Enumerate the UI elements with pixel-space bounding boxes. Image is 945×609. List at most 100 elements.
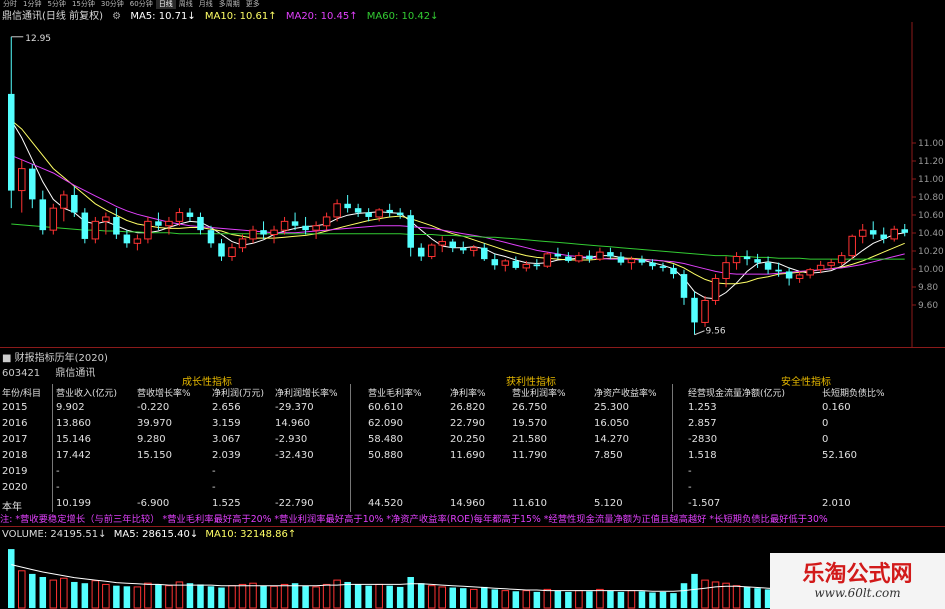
volume-bar	[218, 587, 225, 608]
candle-body	[291, 221, 299, 226]
candle-body	[407, 215, 414, 248]
table-cell: 2.010	[822, 498, 851, 509]
table-cell: 7.850	[594, 450, 623, 461]
volume-bar	[102, 583, 110, 609]
candle-body	[491, 259, 499, 266]
column-header: 净利率%	[450, 389, 486, 399]
volume-bar	[60, 577, 68, 609]
table-cell: 17.442	[56, 450, 91, 461]
price-label: 11.00	[918, 139, 944, 149]
volume-bar	[291, 583, 299, 608]
period-tab[interactable]: 日线	[155, 0, 176, 9]
volume-bar	[175, 581, 184, 609]
volume-bar	[407, 577, 414, 608]
period-tab[interactable]: 更多	[243, 0, 263, 9]
table-cell: 21.580	[512, 434, 547, 445]
candle-body	[207, 230, 215, 244]
volume-bar	[512, 591, 520, 608]
volume-bar	[260, 585, 267, 608]
volume-bar	[732, 585, 741, 609]
column-header: 净资产收益率%	[594, 389, 657, 399]
candle-body	[238, 238, 247, 249]
volume-bar	[711, 581, 720, 609]
price-label: 9.80	[918, 283, 938, 293]
watermark-url: www.60lt.com	[814, 586, 901, 600]
table-cell: 52.160	[822, 450, 857, 461]
group-divider	[52, 384, 53, 512]
candle-body	[701, 299, 709, 323]
candle-body	[785, 271, 793, 279]
period-tab[interactable]: 月线	[196, 0, 216, 9]
volume-bar	[670, 593, 677, 608]
volume-bar	[449, 587, 457, 608]
ma-settings-icon[interactable]: ⚙	[112, 11, 121, 22]
price-label: 11.00	[918, 175, 944, 185]
year-label: 2018	[2, 450, 28, 461]
period-tab[interactable]: 周线	[176, 0, 196, 9]
high-label: 12.95	[25, 34, 51, 44]
period-tab[interactable]: 15分钟	[69, 0, 98, 9]
candle-body	[837, 255, 846, 264]
candle-body	[722, 262, 730, 279]
table-cell: 2.039	[212, 450, 241, 461]
table-cell: 5.120	[594, 498, 623, 509]
price-label: 10.00	[918, 265, 944, 275]
table-cell: 9.280	[137, 434, 166, 445]
candle-body	[249, 229, 257, 240]
price-label: 11.20	[918, 157, 944, 167]
table-cell: -	[212, 466, 216, 477]
table-cell: 2.857	[688, 418, 717, 429]
table-cell: -32.430	[275, 450, 314, 461]
stock-title: 鼎信通讯(日线 前复权)	[2, 11, 103, 22]
watermark-title: 乐淘公式网	[802, 561, 913, 587]
candle-body	[144, 220, 152, 240]
table-cell: 39.970	[137, 418, 172, 429]
table-cell: 14.270	[594, 434, 629, 445]
period-tab[interactable]: 多周期	[216, 0, 243, 9]
volume-bar	[302, 585, 309, 608]
volume-bar	[228, 585, 236, 609]
candle-body	[565, 256, 572, 261]
table-cell: 11.610	[512, 498, 547, 509]
column-header: 净利润增长率%	[275, 389, 338, 399]
candle-body	[691, 297, 698, 323]
candle-body	[554, 253, 562, 257]
row-header: 年份/科目	[2, 389, 42, 399]
volume-bar	[396, 586, 404, 608]
candle-body	[386, 209, 393, 213]
period-tab[interactable]: 60分钟	[127, 0, 156, 9]
candle-body	[333, 203, 341, 218]
table-cell: -	[688, 482, 692, 493]
volume-bar	[680, 583, 688, 608]
period-tab[interactable]: 30分钟	[98, 0, 127, 9]
table-cell: 15.146	[56, 434, 91, 445]
candle-body	[754, 259, 761, 263]
volume-bar	[312, 586, 320, 609]
candle-body	[260, 230, 267, 235]
volume-bar	[207, 586, 215, 608]
table-cell: -	[56, 482, 60, 493]
candle-body	[711, 277, 720, 301]
volume-bar	[133, 586, 142, 609]
candlestick-chart[interactable]: 11.00 11.20 11.00 10.80 10.60 10.40 10.20 10.00…	[0, 22, 945, 348]
volume-bar	[417, 583, 425, 608]
candle-body	[449, 241, 457, 248]
volume-bar	[249, 582, 257, 609]
candle-body	[596, 251, 604, 260]
table-cell: 44.520	[368, 498, 403, 509]
volume-bar	[586, 591, 593, 608]
table-cell: 0	[822, 418, 829, 429]
price-label: 10.40	[918, 229, 944, 239]
candle-body	[732, 256, 741, 264]
ma10-label: MA10: 10.61↑	[204, 11, 277, 22]
candle-body	[354, 208, 362, 213]
table-cell: 50.880	[368, 450, 403, 461]
table-cell: -2.930	[275, 434, 308, 445]
volume-bar	[501, 590, 510, 609]
volume-value: VOLUME: 24195.51↓	[2, 529, 107, 540]
table-cell: 26.820	[450, 402, 485, 413]
period-tab[interactable]: 1分钟	[20, 0, 44, 9]
period-tab[interactable]: 分时	[0, 0, 20, 9]
period-tab[interactable]: 5分钟	[44, 0, 68, 9]
volume-bar	[333, 579, 341, 609]
